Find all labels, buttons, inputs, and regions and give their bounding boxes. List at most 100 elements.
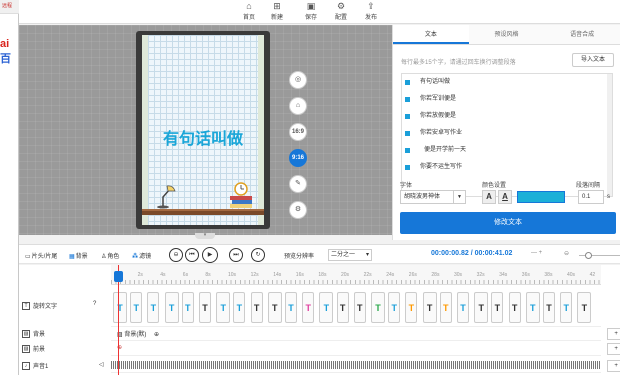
audio-track[interactable] [111, 357, 601, 373]
list-item[interactable]: 有句话叫做 [402, 74, 612, 91]
text-clip[interactable]: T [216, 292, 231, 323]
tab-tts[interactable]: 语音合成 [544, 25, 620, 44]
panel-tabs: 文本 预设风格 语音合成 [393, 25, 620, 45]
collapse-tab[interactable]: ▾ [195, 233, 215, 239]
time-ruler[interactable]: 0s2s4s6s8s10s12s14s16s18s20s22s24s26s28s… [111, 265, 601, 285]
list-item[interactable]: 你要不运生写作 [402, 159, 612, 176]
text-lines-list[interactable]: 有句话叫做 你若军训便是 你若放假便是 你若安卓写作业 便是开学前一天 你要不运… [401, 73, 613, 197]
text-clip[interactable]: T [113, 292, 127, 323]
text-clip[interactable]: T [560, 292, 573, 323]
time-readout: 00:00:00.82 / 00:00:41.02 [431, 250, 513, 257]
list-item[interactable]: 便是开学前一天 [402, 142, 612, 159]
text-clip[interactable]: T [371, 292, 385, 323]
playhead-handle[interactable] [114, 271, 123, 282]
text-clip[interactable]: T [181, 292, 194, 323]
zoom-slider-handle[interactable] [585, 252, 592, 259]
track-label-text: T 旋转文字? [19, 301, 111, 311]
prev-icon: ⏮ [189, 252, 195, 258]
image-icon: ▦ [69, 254, 75, 260]
text-clip[interactable]: T [474, 292, 489, 323]
list-scrollbar[interactable] [607, 74, 612, 196]
text-clip[interactable]: T [422, 292, 437, 323]
bg-button[interactable]: ▦背景 [69, 251, 88, 260]
font-select[interactable]: 胡晓波男神体 ▼ [400, 190, 466, 204]
play-button[interactable]: ▶ [202, 247, 218, 263]
text-clip[interactable]: T [267, 292, 282, 323]
list-item[interactable]: 你若放假便是 [402, 108, 612, 125]
home-button[interactable]: ⌂ 首页 [237, 1, 261, 21]
next-button[interactable]: ⏭ [229, 248, 243, 262]
text-clip[interactable]: T [439, 292, 452, 323]
role-button[interactable]: ♙角色 [101, 251, 119, 260]
text-clip[interactable]: T [388, 292, 401, 323]
volume-icon[interactable]: ◁ [99, 361, 104, 368]
text-clip[interactable]: T [164, 292, 179, 323]
text-clip[interactable]: T [233, 292, 246, 323]
list-item[interactable]: 你若军训便是 [402, 91, 612, 108]
underline-style-button[interactable]: A [498, 190, 512, 204]
zoom-icon: ⊖ [564, 251, 570, 257]
replay-button[interactable]: ↻ [251, 248, 265, 262]
color-swatch[interactable] [517, 191, 565, 203]
text-clip[interactable]: T [336, 292, 349, 323]
text-track[interactable]: TTTTTTTTTTTTTTTTTTTTTTTTTTTT [111, 287, 601, 327]
prev-button[interactable]: ⏮ [185, 248, 199, 262]
tab-text[interactable]: 文本 [393, 25, 469, 44]
effect-button[interactable]: ⁂滤镜 [132, 251, 151, 260]
film-icon: ▭ [25, 254, 31, 260]
help-icon[interactable]: ? [93, 301, 96, 307]
new-file-icon: ⊞ [273, 1, 281, 11]
text-clip[interactable]: T [199, 292, 211, 323]
text-clip[interactable]: T [302, 292, 315, 323]
track-label-audio: ♪ 声音1 ◁ [19, 361, 111, 371]
text-clip[interactable]: T [405, 292, 418, 323]
text-clip[interactable]: T [508, 292, 521, 323]
preview-resolution-select[interactable]: 二分之一 ▾ [328, 249, 372, 261]
new-button[interactable]: ⊞ 新建 [265, 1, 289, 21]
add-audio-button[interactable]: + 音轨 [607, 360, 620, 372]
text-clip[interactable]: T [319, 292, 334, 323]
ratio-9-16-button[interactable]: 9:16 [289, 149, 307, 167]
add-fg-button[interactable]: + 前景 [607, 343, 620, 355]
canvas-settings-button[interactable]: ⚙ [289, 201, 307, 219]
import-text-button[interactable]: 导入文本 [572, 53, 614, 67]
play-icon: ▶ [207, 252, 213, 258]
bg-track[interactable]: ▨ 背景(默) ⊕ [111, 327, 601, 341]
background-tab[interactable]: 远程 [0, 0, 19, 14]
bg-clip[interactable]: ▨ 背景(默) ⊕ [117, 329, 159, 338]
spacing-input[interactable]: 0.1 s [578, 190, 610, 204]
add-icon[interactable]: ⊕ [154, 332, 159, 338]
canvas-title-text[interactable]: 有句话叫做 [142, 125, 264, 149]
text-clip[interactable]: T [353, 292, 366, 323]
right-panel: 文本 预设风格 语音合成 每行最多15个字，请通过回车换行调整段落 导入文本 有… [392, 25, 620, 240]
settings-button[interactable]: ⚙ 配置 [329, 1, 353, 21]
font-label: 字体 [400, 183, 413, 189]
publish-button[interactable]: ⇪ 发布 [359, 1, 383, 21]
text-clip[interactable]: T [525, 292, 540, 323]
background-window: 远程 ai百 [0, 0, 19, 375]
ruler-tick: 34s [499, 272, 508, 278]
tab-preset-style[interactable]: 预设风格 [469, 25, 545, 44]
reset-view-button[interactable]: ◎ [289, 71, 307, 89]
head-tail-button[interactable]: ▭片头/片尾 [25, 251, 57, 260]
text-clip[interactable]: T [491, 292, 504, 323]
modify-text-button[interactable]: 修改文本 [400, 212, 616, 234]
text-clip[interactable]: T [577, 292, 592, 323]
phone-preview[interactable]: 有句话叫做 [136, 31, 270, 229]
text-clip[interactable]: T [250, 292, 263, 323]
text-clip[interactable]: T [285, 292, 297, 323]
text-clip[interactable]: T [147, 292, 160, 323]
fg-track[interactable]: ⊕ [111, 342, 601, 356]
text-clip[interactable]: T [130, 292, 143, 323]
bold-style-button[interactable]: A [482, 190, 496, 204]
ratio-16-9-button[interactable]: 16:9 [289, 123, 307, 141]
text-clip[interactable]: T [457, 292, 469, 323]
zoom-out-button[interactable]: — + [531, 250, 542, 256]
edit-button[interactable]: ✎ [289, 175, 307, 193]
text-clip[interactable]: T [543, 292, 555, 323]
undo-button[interactable]: ⊖ [169, 248, 183, 262]
list-item[interactable]: 你若安卓写作业 [402, 125, 612, 142]
add-bg-button[interactable]: + 背景 [607, 328, 620, 340]
save-button[interactable]: ▣ 保存 [299, 1, 323, 21]
lock-button[interactable]: ⌂ [289, 97, 307, 115]
